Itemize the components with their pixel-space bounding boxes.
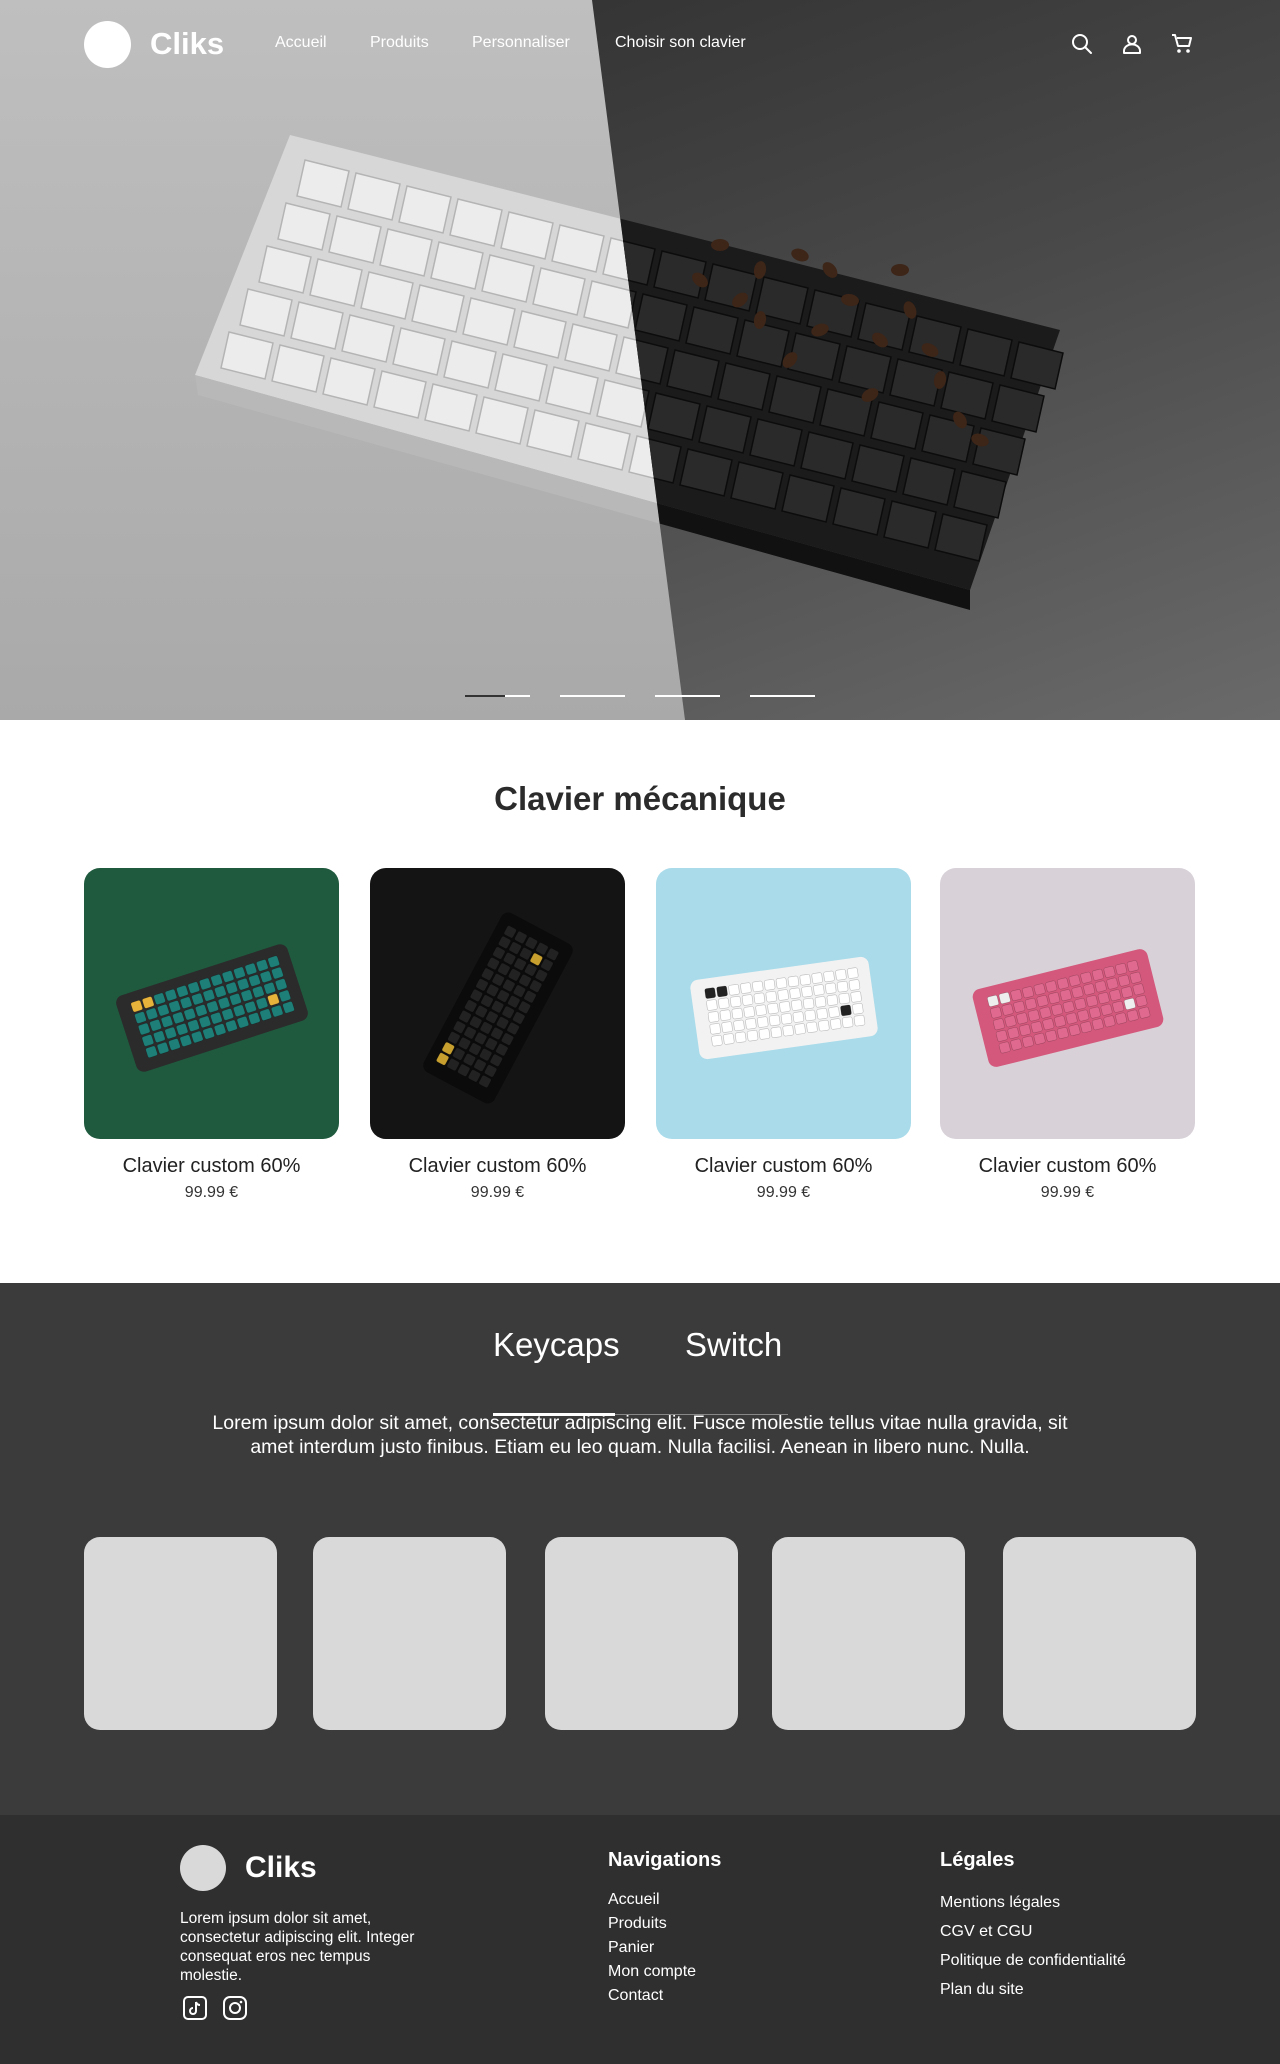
product-card[interactable]: Clavier custom 60% 99.99 € [370, 868, 625, 1202]
product-card[interactable]: Clavier custom 60% 99.99 € [656, 868, 911, 1202]
accessories-tabs: Keycaps Switch [493, 1326, 788, 1416]
footer-link-confidentialite[interactable]: Politique de confidentialité [940, 1946, 1126, 1975]
footer-link-mentions[interactable]: Mentions légales [940, 1888, 1126, 1917]
product-price: 99.99 € [470, 1184, 525, 1201]
product-image[interactable] [656, 868, 911, 1139]
footer-link-produits[interactable]: Produits [608, 1912, 721, 1936]
product-image[interactable] [84, 868, 339, 1139]
brand-logo-text[interactable]: Cliks [150, 26, 224, 62]
carousel-dot[interactable] [465, 695, 530, 697]
hero-banner: Cliks Accueil Produits Personnaliser Cho… [0, 0, 1280, 720]
products-title: Clavier mécanique [494, 780, 786, 817]
product-price: 99.99 € [184, 1184, 239, 1201]
accessory-tile[interactable] [545, 1537, 738, 1730]
footer-brand[interactable]: Cliks [245, 1851, 317, 1885]
hero-keyboard-image [195, 135, 1064, 610]
nav-item-choisir-clavier[interactable]: Choisir son clavier [615, 34, 746, 52]
accessory-tile[interactable] [313, 1537, 506, 1730]
logo-icon[interactable] [84, 21, 131, 68]
footer-link-cgv[interactable]: CGV et CGU [940, 1917, 1126, 1946]
carousel-dot[interactable] [750, 695, 815, 697]
nav-item-personnaliser[interactable]: Personnaliser [472, 34, 570, 52]
account-icon[interactable] [1118, 30, 1146, 58]
accessory-tile[interactable] [772, 1537, 965, 1730]
cart-icon[interactable] [1168, 30, 1196, 58]
carousel-indicators [465, 695, 815, 697]
accessory-tile[interactable] [1003, 1537, 1196, 1730]
product-image[interactable] [370, 868, 625, 1139]
search-icon[interactable] [1068, 30, 1096, 58]
coffee-bean-shape [791, 248, 809, 262]
footer-link-panier[interactable]: Panier [608, 1936, 721, 1960]
footer-nav-column: Navigations Accueil Produits Panier Mon … [608, 1849, 721, 2008]
footer-link-accueil[interactable]: Accueil [608, 1888, 721, 1912]
footer-link-contact[interactable]: Contact [608, 1984, 721, 2008]
tab-keycaps[interactable]: Keycaps [493, 1326, 620, 1364]
product-price: 99.99 € [756, 1184, 811, 1201]
footer-legal-column: Légales Mentions légales CGV et CGU Poli… [940, 1849, 1126, 2004]
footer-link-mon-compte[interactable]: Mon compte [608, 1960, 721, 1984]
product-card[interactable]: Clavier custom 60% 99.99 € [84, 868, 339, 1202]
coffee-bean-shape [711, 239, 729, 251]
product-name[interactable]: Clavier custom 60% [656, 1155, 911, 1178]
product-grid: Clavier custom 60% 99.99 € Clavier custo… [84, 868, 1195, 1202]
product-name[interactable]: Clavier custom 60% [84, 1155, 339, 1178]
footer-description: Lorem ipsum dolor sit amet, consectetur … [180, 1910, 415, 1984]
accessory-tile[interactable] [84, 1537, 277, 1730]
tiktok-icon[interactable] [182, 1995, 208, 2026]
site-header: Cliks Accueil Produits Personnaliser Cho… [0, 0, 1280, 90]
site-footer: Cliks Lorem ipsum dolor sit amet, consec… [0, 1815, 1280, 2064]
product-card[interactable]: Clavier custom 60% 99.99 € [940, 868, 1195, 1202]
product-image[interactable] [940, 868, 1195, 1139]
footer-legal-title: Légales [940, 1849, 1015, 1871]
footer-link-plan-site[interactable]: Plan du site [940, 1975, 1126, 2004]
tab-switch[interactable]: Switch [685, 1326, 782, 1364]
footer-logo-icon[interactable] [180, 1845, 226, 1891]
social-links [182, 1995, 248, 2026]
accessories-section: Keycaps Switch Lorem ipsum dolor sit ame… [0, 1283, 1280, 1815]
nav-item-accueil[interactable]: Accueil [275, 34, 327, 52]
coffee-bean-shape [891, 264, 909, 276]
instagram-icon[interactable] [222, 1995, 248, 2026]
header-actions [1068, 30, 1196, 58]
nav-item-produits[interactable]: Produits [370, 34, 429, 52]
product-price: 99.99 € [1040, 1184, 1095, 1201]
carousel-dot[interactable] [560, 695, 625, 697]
footer-nav-title: Navigations [608, 1849, 722, 1871]
accessories-description: Lorem ipsum dolor sit amet, consectetur … [212, 1412, 1068, 1458]
product-name[interactable]: Clavier custom 60% [940, 1155, 1195, 1178]
carousel-dot[interactable] [655, 695, 720, 697]
product-name[interactable]: Clavier custom 60% [370, 1155, 625, 1178]
